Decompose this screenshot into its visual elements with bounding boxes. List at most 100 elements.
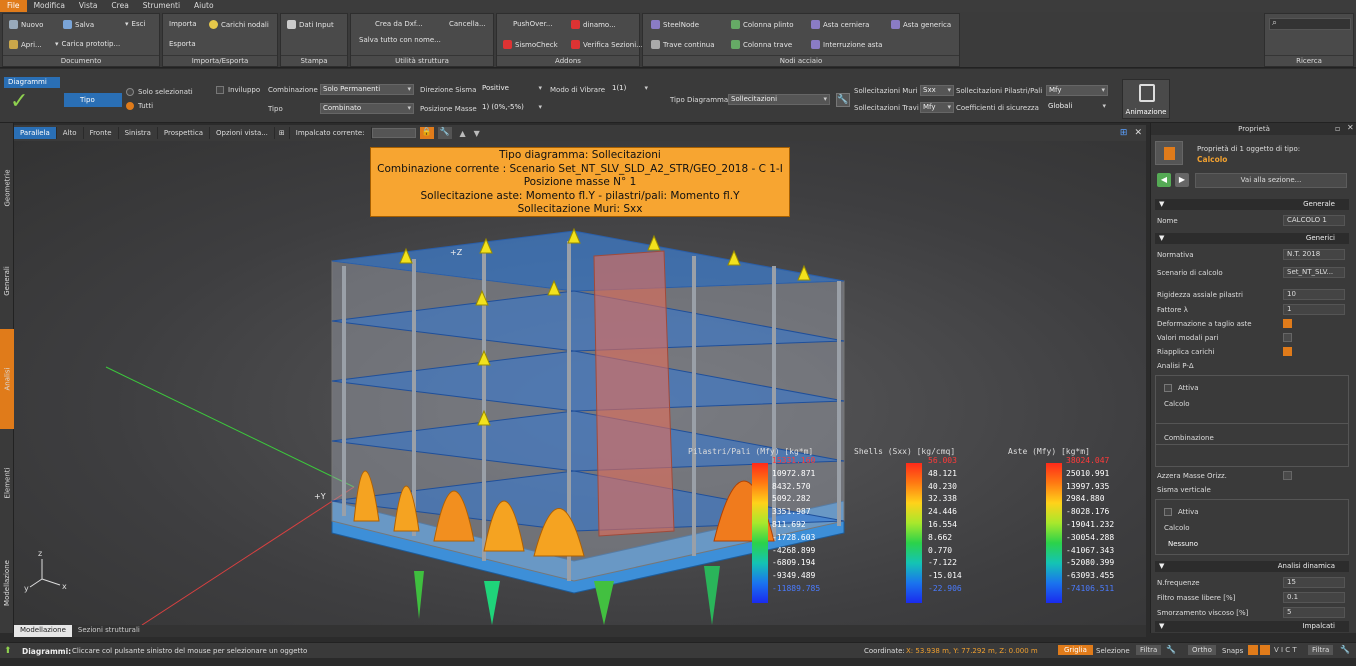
menu-modifica[interactable]: Modifica — [27, 0, 72, 12]
tab-modellazione-bottom[interactable]: Modellazione — [14, 625, 72, 637]
crea-dxf-button[interactable]: Crea da Dxf... — [375, 20, 423, 28]
attiva-sisma-checkbox[interactable] — [1164, 508, 1172, 516]
tab-geometrie[interactable]: Geometrie — [0, 143, 14, 233]
steelnode-button[interactable]: SteelNode — [651, 20, 699, 29]
forward-icon[interactable]: ▶ — [1175, 173, 1189, 187]
dinamo-button[interactable]: dinamo... — [571, 20, 616, 29]
tab-alto[interactable]: Alto — [57, 127, 84, 139]
menu-strumenti[interactable]: Strumenti — [136, 0, 187, 12]
tipo-select[interactable]: Combinato — [320, 103, 414, 114]
wrench-icon[interactable]: 🔧 — [1340, 645, 1350, 654]
filtra-snaps-button[interactable]: Filtra — [1308, 645, 1334, 655]
colonna-trave-button[interactable]: Colonna trave — [731, 40, 792, 49]
riapplica-checkbox[interactable] — [1283, 347, 1292, 356]
salva-con-nome-button[interactable]: Salva tutto con nome... — [359, 36, 441, 44]
rigidezza-field[interactable]: 10 — [1283, 289, 1345, 300]
menu-aiuto[interactable]: Aiuto — [187, 0, 221, 12]
attiva-pd-checkbox[interactable] — [1164, 384, 1172, 392]
verifica-sezioni-button[interactable]: Verifica Sezioni... — [571, 40, 643, 49]
direzione-sisma-select[interactable]: Positive — [480, 84, 544, 95]
sismocheck-button[interactable]: SismoCheck — [503, 40, 558, 49]
tab-analisi[interactable]: Analisi — [0, 329, 14, 429]
inviluppo-checkbox[interactable] — [216, 86, 224, 94]
sollecitazioni-muri-select[interactable]: Sxx — [920, 85, 954, 96]
nessuno-value[interactable]: Nessuno — [1168, 540, 1198, 548]
combinazione-select[interactable]: Solo Permanenti — [320, 84, 414, 95]
tutti-radio[interactable] — [126, 102, 134, 110]
esci-button[interactable]: ▾ Esci — [125, 20, 145, 28]
fattore-field[interactable]: 1 — [1283, 304, 1345, 315]
apri-button[interactable]: Apri... — [9, 40, 42, 49]
deformazione-checkbox[interactable] — [1283, 319, 1292, 328]
modo-vibrare-select[interactable]: 1(1) — [610, 84, 650, 95]
tipo-diagramma-select[interactable]: Sollecitazioni — [728, 94, 830, 105]
solo-selezionati-radio[interactable] — [126, 88, 134, 96]
nome-field[interactable]: CALCOLO 1 — [1283, 215, 1345, 226]
snap-grid-icon[interactable] — [1248, 645, 1258, 655]
tipo-button[interactable]: Tipo — [64, 93, 122, 107]
vai-alla-sezione-button[interactable]: Vai alla sezione... — [1195, 173, 1347, 188]
valori-modali-checkbox[interactable] — [1283, 333, 1292, 342]
griglia-toggle[interactable]: Griglia — [1058, 645, 1093, 655]
nuovo-button[interactable]: Nuovo — [9, 20, 43, 29]
section-generale[interactable]: ▼ Generale — [1155, 199, 1349, 210]
asta-generica-button[interactable]: Asta generica — [891, 20, 951, 29]
wrench-icon[interactable]: 🔧 — [437, 127, 452, 139]
lock-icon[interactable]: 🔒 — [419, 127, 434, 139]
menu-vista[interactable]: Vista — [72, 0, 105, 12]
menu-crea[interactable]: Crea — [104, 0, 135, 12]
azzera-checkbox[interactable] — [1283, 471, 1292, 480]
filtra-button[interactable]: Filtra — [1136, 645, 1162, 655]
wrench-icon[interactable]: 🔧 — [1166, 645, 1176, 654]
back-icon[interactable]: ◀ — [1157, 173, 1171, 187]
sollecitazioni-travi-select[interactable]: Mfy — [920, 102, 954, 113]
tab-sezioni-strutturali[interactable]: Sezioni strutturali — [72, 625, 146, 637]
float-icon[interactable]: ▫ — [1335, 124, 1340, 133]
trave-continua-button[interactable]: Trave continua — [651, 40, 715, 49]
grid-icon[interactable]: ⊞ — [275, 127, 290, 139]
menu-file[interactable]: File — [0, 0, 27, 12]
tab-modellazione[interactable]: Modellazione — [0, 533, 14, 633]
add-view-icon[interactable]: ⊞ — [1117, 128, 1131, 138]
posizione-masse-select[interactable]: 1) (0%,-5%) — [480, 103, 544, 114]
tab-generali[interactable]: Generali — [0, 233, 14, 329]
carichi-nodali-button[interactable]: Carichi nodali — [209, 20, 269, 29]
3d-viewport[interactable]: z y x +Z +Y Tipo diagramma: Sollecitazio… — [14, 141, 1146, 625]
normativa-field[interactable]: N.T. 2018 — [1283, 249, 1345, 260]
filtro-field[interactable]: 0.1 — [1283, 592, 1345, 603]
floor-up-icon[interactable]: ▲ — [456, 129, 470, 138]
snap-node-icon[interactable] — [1260, 645, 1270, 655]
apply-checkmark-icon[interactable]: ✓ — [10, 91, 28, 113]
tab-fronte[interactable]: Fronte — [84, 127, 119, 139]
section-generici[interactable]: ▼ Generici — [1155, 233, 1349, 244]
scenario-field[interactable]: Set_NT_SLV... — [1283, 267, 1345, 278]
colonna-plinto-button[interactable]: Colonna plinto — [731, 20, 794, 29]
carica-prototipo-button[interactable]: ▾ Carica prototip... — [55, 40, 120, 48]
asta-cerniera-button[interactable]: Asta cerniera — [811, 20, 869, 29]
esporta-button[interactable]: Esporta — [169, 40, 196, 48]
impalcato-select[interactable] — [371, 128, 416, 138]
coefficienti-select[interactable]: Globali — [1046, 102, 1108, 113]
tab-elementi[interactable]: Elementi — [0, 433, 14, 533]
floor-down-icon[interactable]: ▼ — [470, 129, 484, 138]
ortho-toggle[interactable]: Ortho — [1188, 645, 1216, 655]
smorzamento-field[interactable]: 5 — [1283, 607, 1345, 618]
close-view-icon[interactable]: ✕ — [1130, 128, 1146, 138]
tab-prospettica[interactable]: Prospettica — [158, 127, 210, 139]
search-input[interactable]: ⌕ — [1269, 18, 1351, 30]
close-icon[interactable]: ✕ — [1347, 123, 1354, 132]
salva-button[interactable]: Salva — [63, 20, 94, 29]
snap-letters[interactable]: V I C T — [1274, 646, 1297, 654]
animazione-button[interactable]: Animazione — [1122, 79, 1170, 119]
tab-parallela[interactable]: Parallela — [14, 127, 57, 139]
dati-input-button[interactable]: Dati Input — [287, 20, 334, 29]
wrench-icon[interactable]: 🔧 — [836, 93, 850, 107]
cancella-button[interactable]: Cancella... — [449, 20, 486, 28]
tab-sinistra[interactable]: Sinistra — [119, 127, 158, 139]
section-analisi-dinamica[interactable]: ▼ Analisi dinamica — [1155, 561, 1349, 572]
pushover-button[interactable]: PushOver... — [513, 20, 553, 28]
diagrammi-tab[interactable]: Diagrammi — [4, 77, 60, 88]
interruzione-asta-button[interactable]: Interruzione asta — [811, 40, 882, 49]
section-impalcati[interactable]: ▼ Impalcati — [1155, 621, 1349, 632]
nfrequenze-field[interactable]: 15 — [1283, 577, 1345, 588]
